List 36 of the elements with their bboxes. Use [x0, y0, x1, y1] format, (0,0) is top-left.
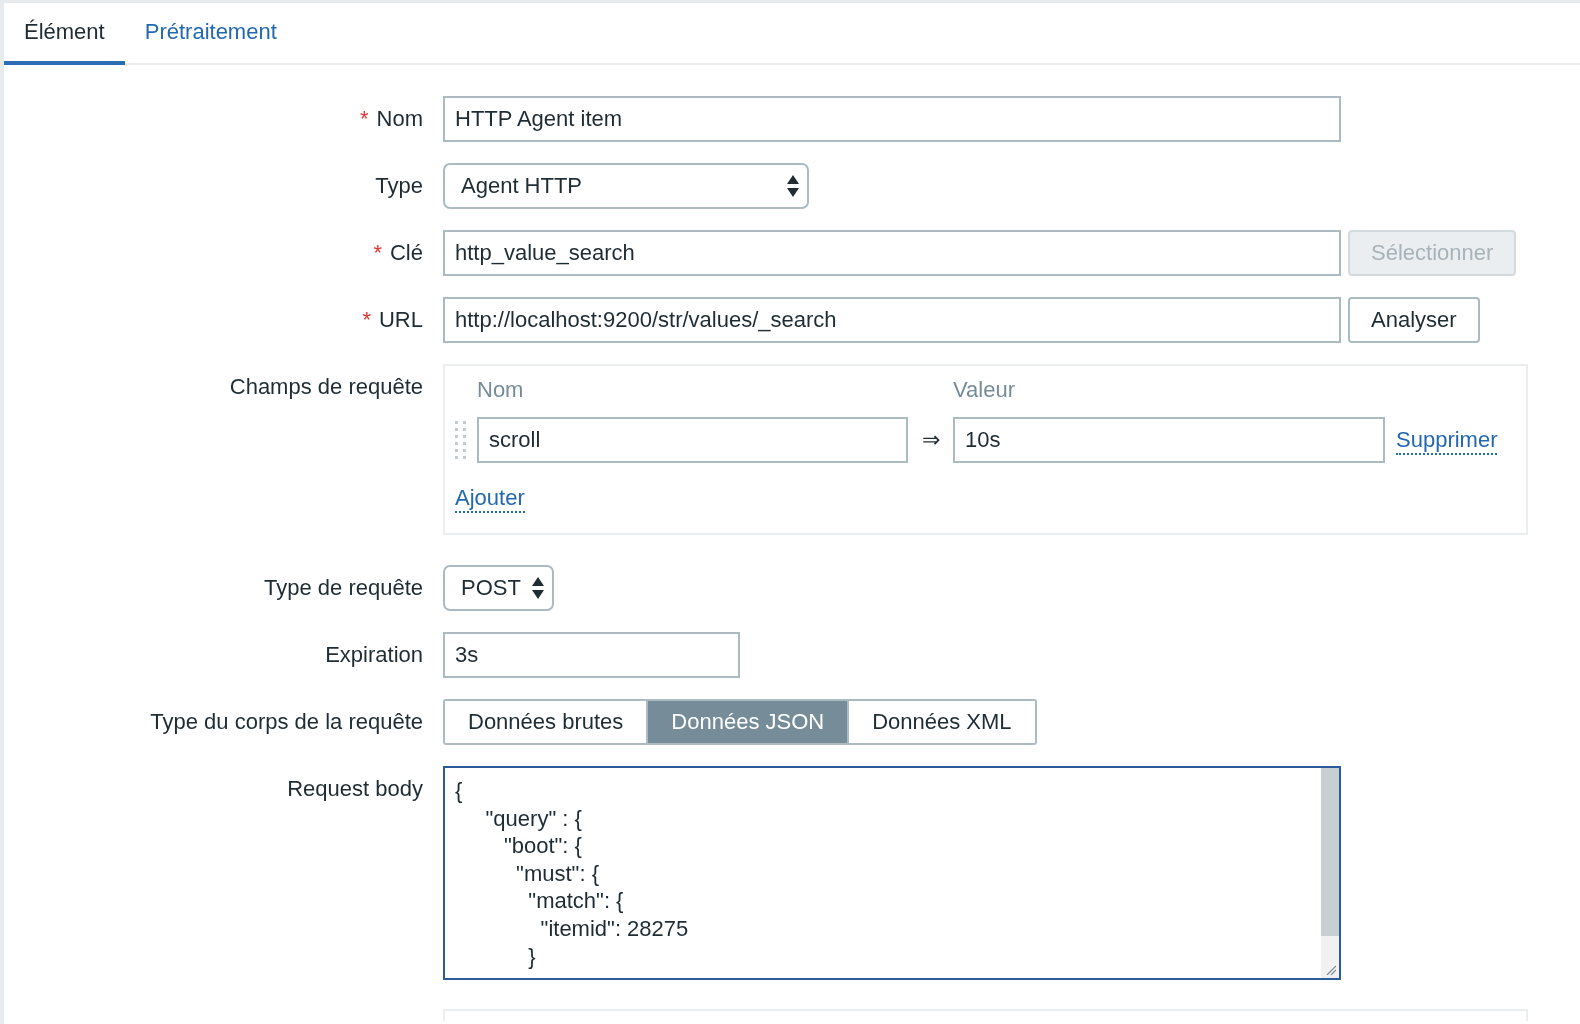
text-field[interactable]: 10s [953, 417, 1385, 463]
remove-link[interactable]: Supprimer [1396, 425, 1498, 455]
segment-option[interactable]: Données XML [847, 701, 1035, 743]
add-link[interactable]: Ajouter [455, 484, 525, 513]
field-label: Nom [376, 106, 423, 131]
text-field[interactable]: scroll [477, 417, 908, 463]
updown-arrows-icon [787, 174, 799, 198]
request-body-field[interactable]: { "query" : { "boot": { "must": { "match": { "itemid": 28275 } [443, 766, 1341, 980]
drag-handle-icon[interactable] [455, 421, 466, 459]
field-label: Request body [287, 776, 423, 801]
tab[interactable]: Prétraitement [124, 3, 297, 65]
required-asterisk: * [360, 106, 369, 131]
text-field[interactable]: http://localhost:9200/str/values/_search [443, 297, 1341, 343]
field-label: Type de requête [264, 575, 423, 600]
field-label: Expiration [325, 642, 423, 667]
action-button[interactable]: Analyser [1348, 297, 1480, 343]
dropdown-select[interactable]: POST [443, 565, 554, 611]
text-field[interactable]: http_value_search [443, 230, 1341, 276]
field-label: Type [375, 173, 423, 198]
field-label: Clé [390, 240, 423, 265]
required-asterisk: * [362, 307, 371, 332]
scrollbar-track[interactable] [1321, 768, 1339, 978]
text-field[interactable]: 3s [443, 632, 740, 678]
required-asterisk: * [373, 240, 382, 265]
text-field[interactable]: HTTP Agent item [443, 96, 1341, 142]
dropdown-select[interactable]: Agent HTTP [443, 163, 809, 209]
resize-grip-icon[interactable] [1326, 965, 1336, 975]
tab[interactable]: Élément [4, 3, 125, 65]
updown-arrows-icon [531, 576, 544, 600]
column-header: Nom [477, 376, 524, 404]
field-label: Type du corps de la requête [150, 709, 423, 734]
scrollbar-thumb[interactable] [1321, 768, 1339, 936]
arrow-symbol: ⇒ [921, 426, 940, 454]
field-label: URL [379, 307, 423, 332]
column-header: Valeur [953, 376, 1015, 404]
field-label: Champs de requête [229, 374, 423, 399]
